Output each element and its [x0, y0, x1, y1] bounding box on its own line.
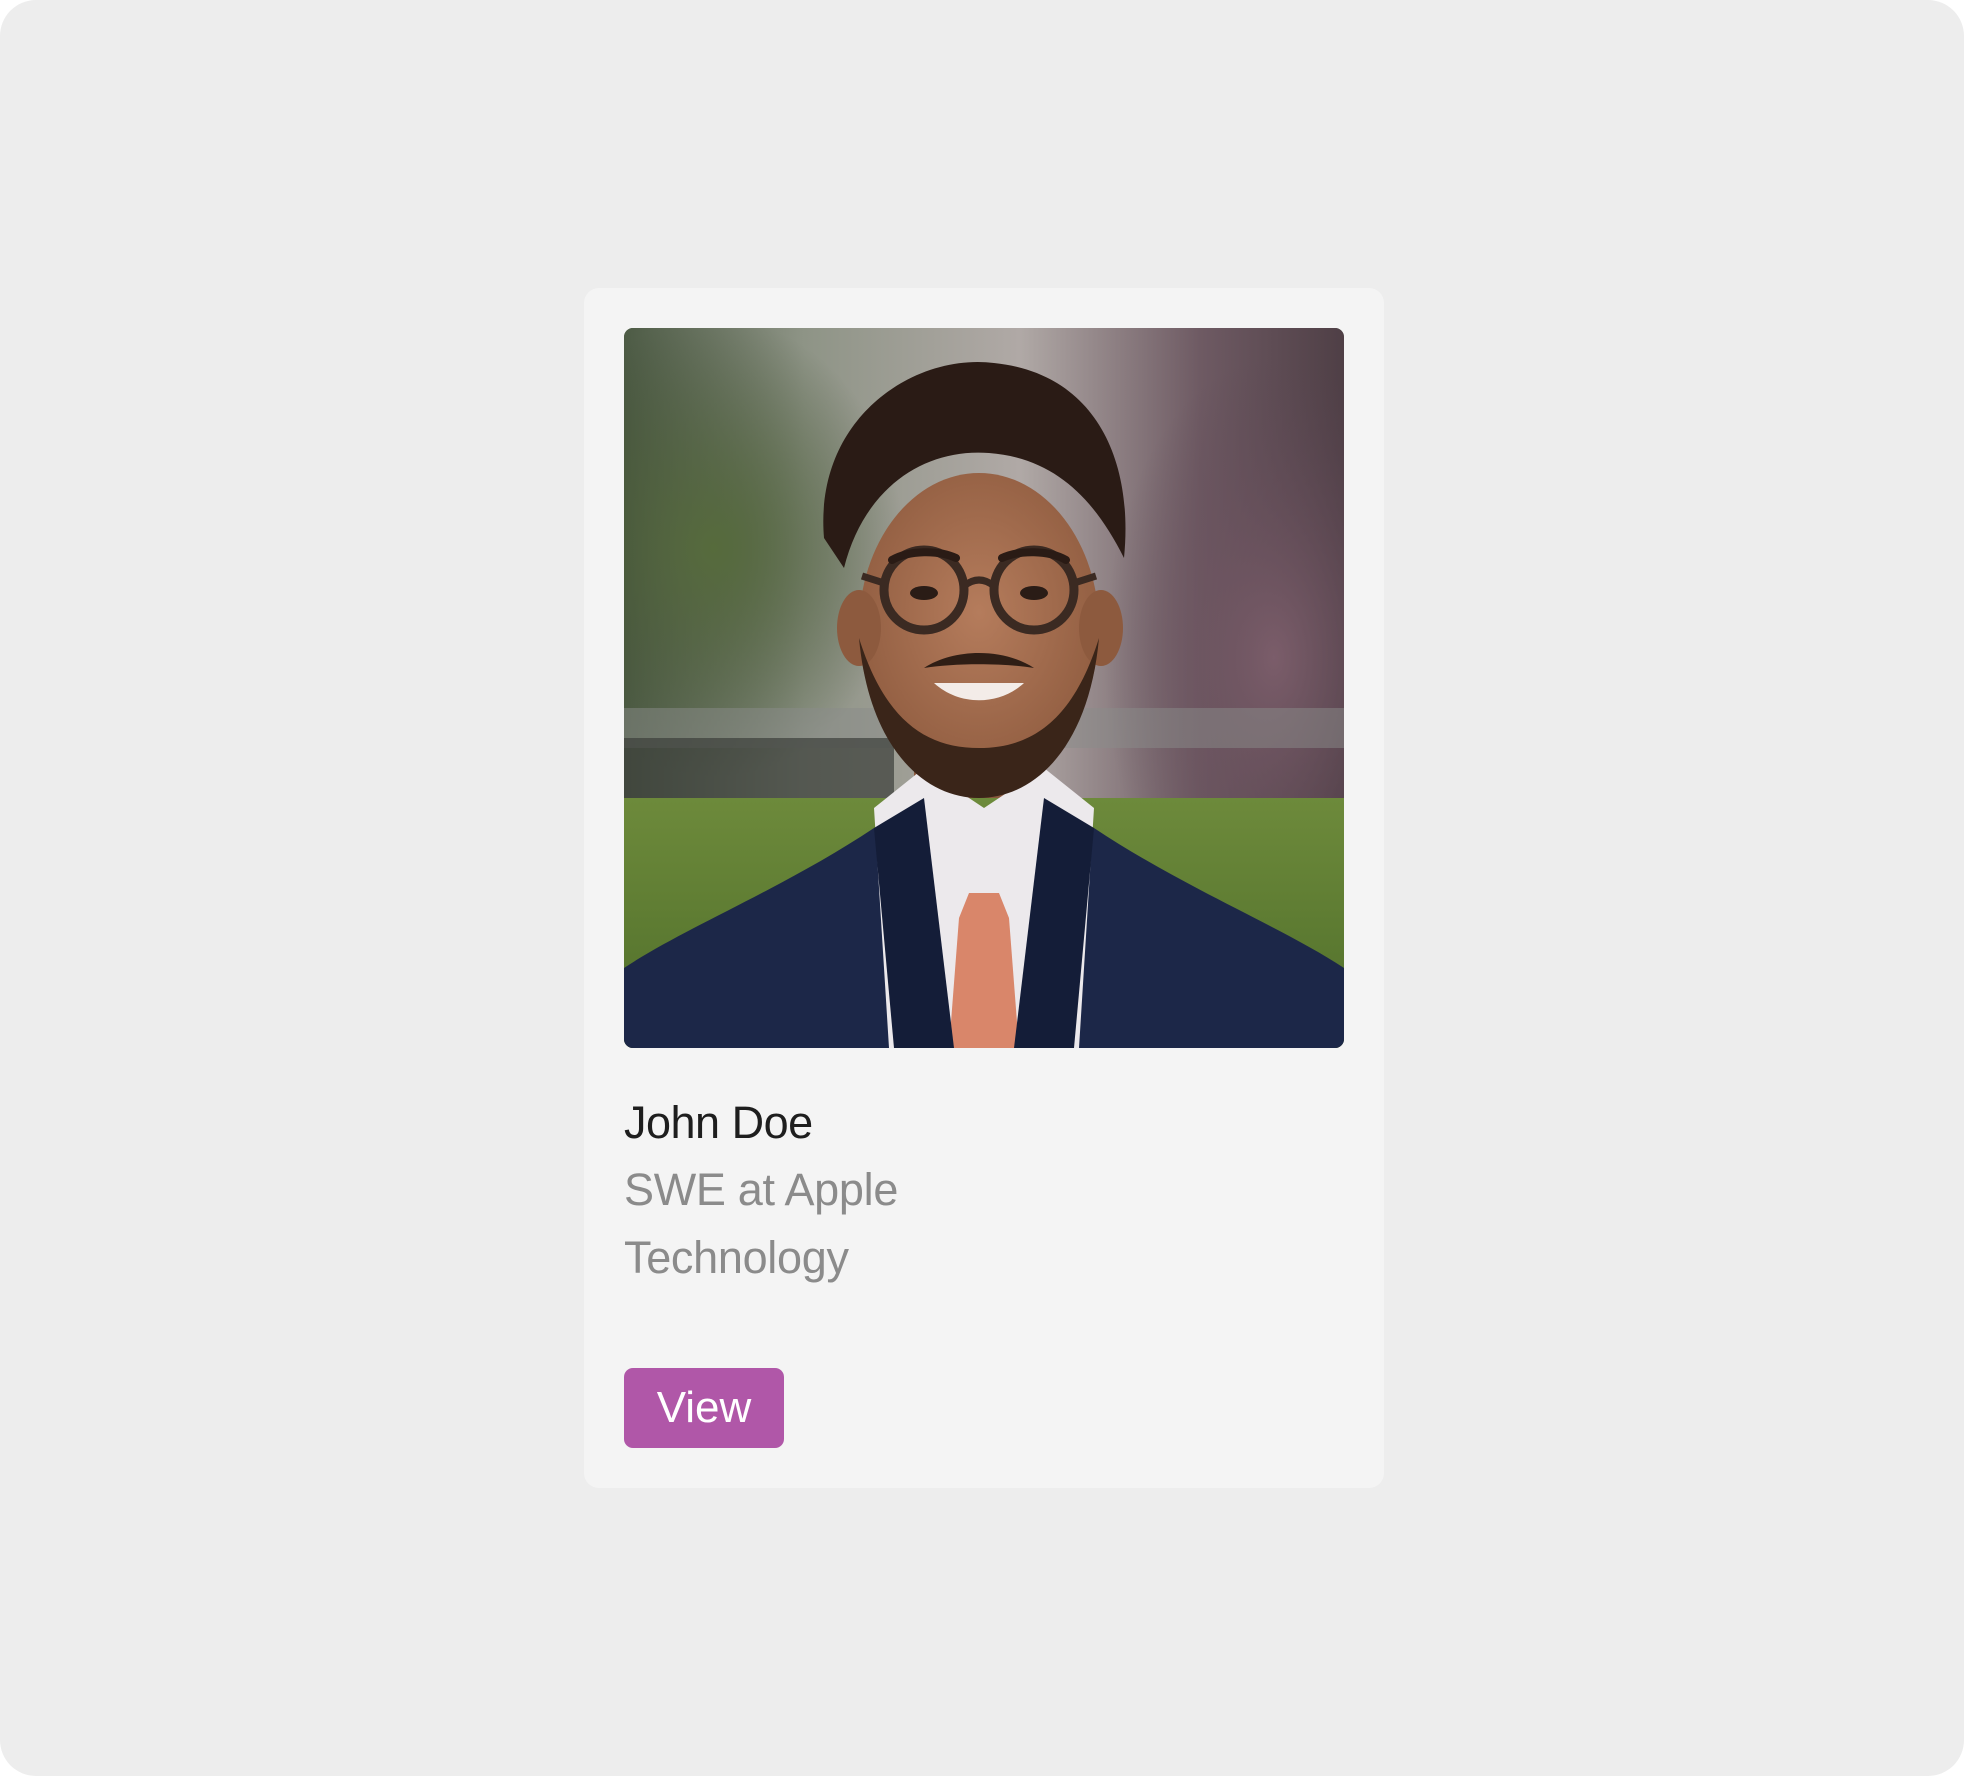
profile-photo — [624, 328, 1344, 1048]
profile-title: SWE at Apple — [624, 1164, 899, 1215]
page-background: John Doe SWE at Apple Technology View — [0, 0, 1964, 1776]
portrait-illustration — [624, 328, 1344, 1048]
view-button[interactable]: View — [624, 1368, 784, 1448]
profile-name: John Doe — [624, 1097, 813, 1148]
profile-category: Technology — [624, 1232, 849, 1283]
profile-card: John Doe SWE at Apple Technology View — [584, 288, 1384, 1488]
